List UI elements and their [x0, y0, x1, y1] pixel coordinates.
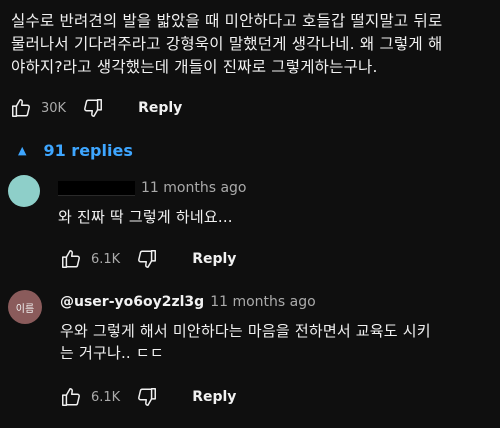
like-count: 30K: [41, 100, 67, 116]
reply-text: 우와 그렇게 해서 미안하다는 마음을 전하면서 교육도 시키 는 거구나.. …: [60, 322, 431, 362]
comment-text: 실수로 반려견의 발을 밟았을 때 미안하다고 호들갑 떨지말고 뒤로 물러나서…: [11, 12, 443, 76]
replies-toggle-button[interactable]: ▲ 91 replies: [18, 141, 133, 160]
avatar-label: 이름: [15, 303, 35, 315]
replies-count-label: 91 replies: [43, 141, 133, 160]
like-count: 6.1K: [91, 251, 121, 267]
like-count: 6.1K: [91, 389, 121, 405]
caret-up-icon: ▲: [18, 144, 27, 157]
reply-author-line: @user-yo6oy2zl3g 11 months ago: [60, 294, 316, 310]
reply-text: 와 진짜 딱 그렇게 하네요...: [58, 208, 233, 226]
reply-timestamp[interactable]: 11 months ago: [141, 180, 246, 196]
reply-actions: 6.1K Reply: [58, 384, 236, 410]
comment-actions: 30K Reply: [8, 95, 182, 121]
thumb-down-icon[interactable]: [80, 95, 106, 121]
reply-actions: 6.1K Reply: [58, 246, 236, 272]
thumb-up-icon[interactable]: [58, 384, 84, 410]
reply-button[interactable]: Reply: [192, 251, 236, 267]
avatar[interactable]: [8, 175, 40, 207]
reply-button[interactable]: Reply: [138, 100, 182, 116]
thumb-down-icon[interactable]: [134, 246, 160, 272]
reply-author-handle[interactable]: @user-yo6oy2zl3g: [60, 294, 204, 310]
reply-timestamp[interactable]: 11 months ago: [210, 294, 315, 310]
reply-button[interactable]: Reply: [192, 389, 236, 405]
reply-author-line: 11 months ago: [58, 180, 246, 196]
redacted-author-name: [58, 180, 135, 196]
thumb-up-icon[interactable]: [8, 95, 34, 121]
thumb-down-icon[interactable]: [134, 384, 160, 410]
thumb-up-icon[interactable]: [58, 246, 84, 272]
avatar[interactable]: 이름: [8, 290, 42, 324]
